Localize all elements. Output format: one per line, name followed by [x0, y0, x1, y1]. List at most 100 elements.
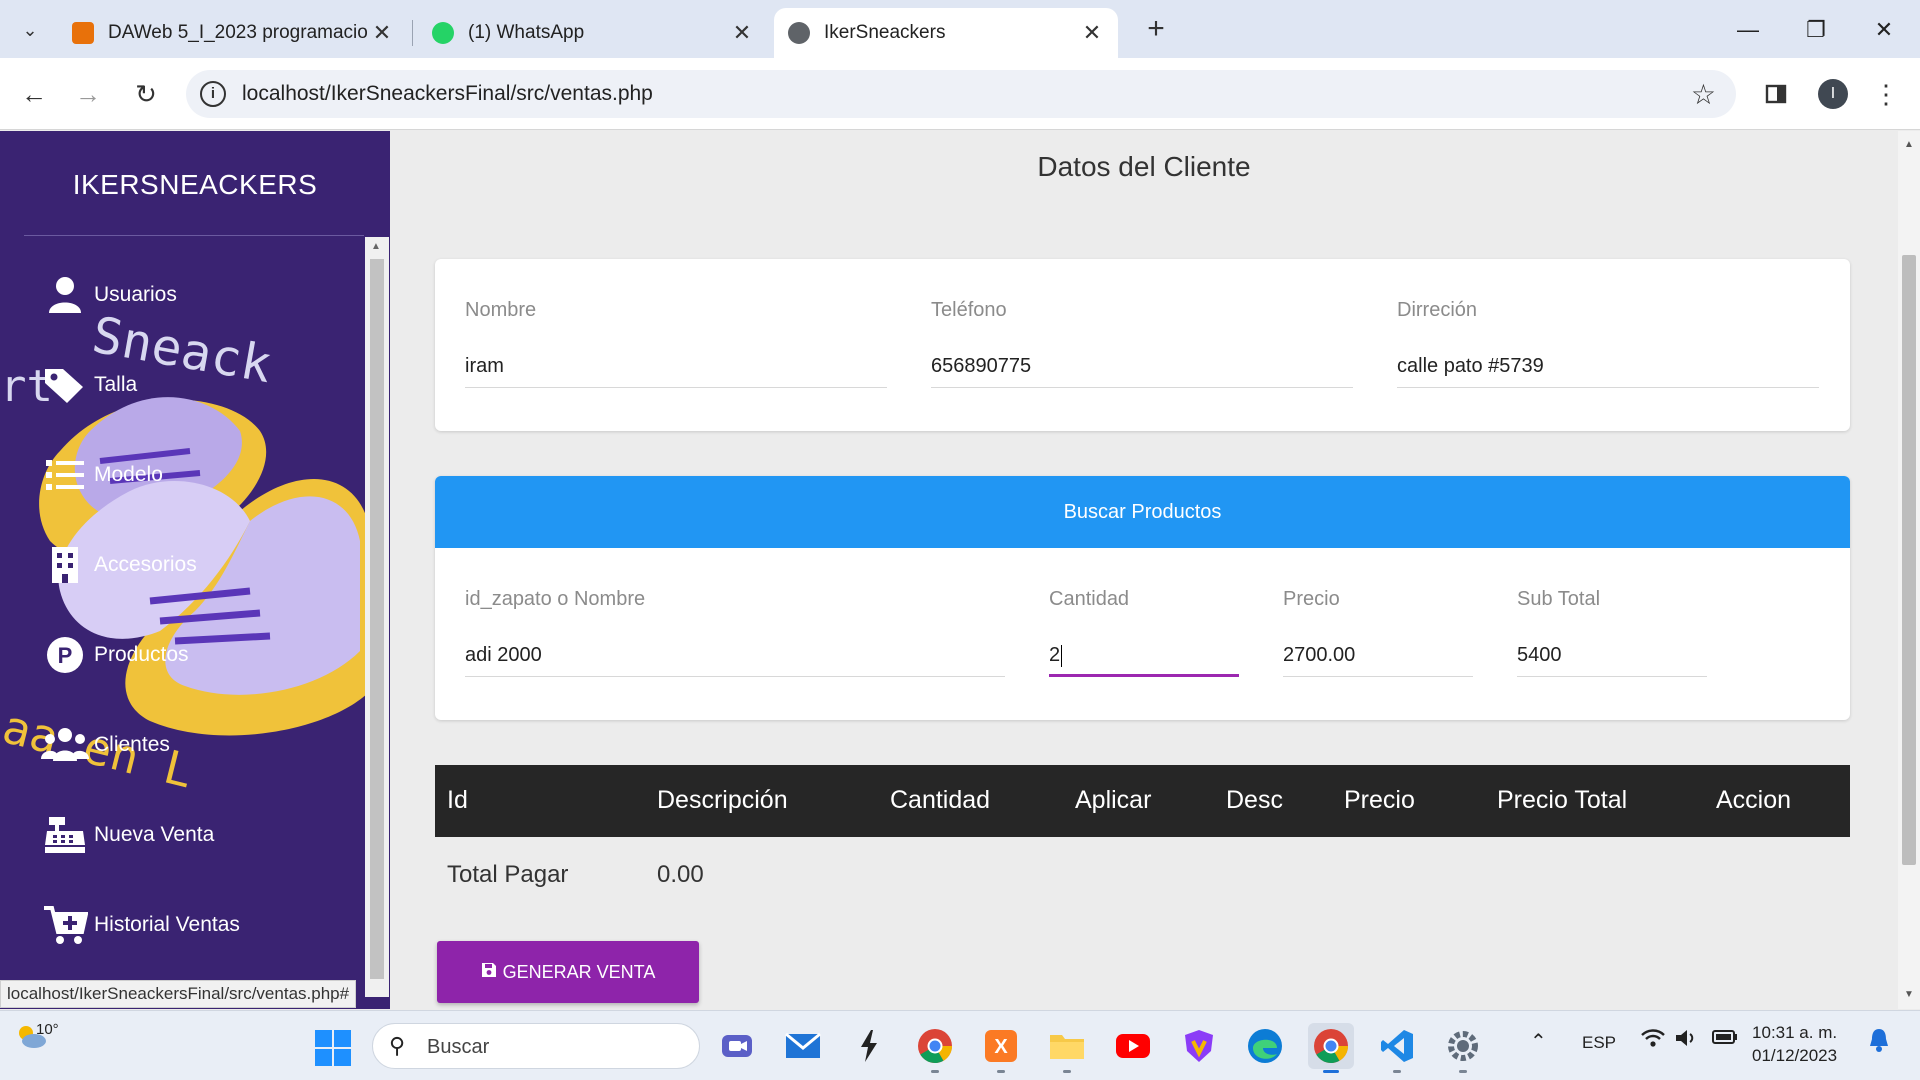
site-info-icon[interactable]: i	[200, 81, 226, 107]
vpn-shield-icon[interactable]	[1176, 1023, 1222, 1069]
address-bar[interactable]: i localhost/IkerSneackersFinal/src/venta…	[186, 70, 1736, 118]
sidebar-item-historial-ventas[interactable]: Historial Ventas	[40, 903, 240, 947]
running-indicator	[997, 1070, 1005, 1073]
sidebar-item-label: Historial Ventas	[94, 913, 240, 936]
sidebar-item-productos[interactable]: P Productos	[40, 633, 189, 677]
brand-title[interactable]: IKERSNEACKERS	[0, 169, 390, 201]
minimize-icon[interactable]: —	[1720, 10, 1776, 50]
file-explorer-icon[interactable]	[1044, 1023, 1090, 1073]
cantidad-field[interactable]: Cantidad 2	[1049, 588, 1239, 688]
edge-icon[interactable]	[1242, 1023, 1288, 1069]
sidebar-item-label: Clientes	[94, 733, 170, 756]
sidebar-item-nueva-venta[interactable]: Nueva Venta	[40, 813, 214, 857]
cantidad-value: 2	[1049, 644, 1061, 666]
language-indicator[interactable]: ESP	[1582, 1033, 1616, 1053]
tab-ikersneackers[interactable]: IkerSneackers ✕	[774, 8, 1118, 58]
vscode-icon[interactable]	[1374, 1023, 1420, 1073]
system-clock[interactable]: 10:31 a. m. 01/12/2023	[1752, 1021, 1837, 1067]
tab-whatsapp[interactable]: (1) WhatsApp ✕	[418, 8, 768, 58]
scrollbar-thumb[interactable]	[1902, 255, 1916, 865]
scrollbar-thumb[interactable]	[370, 259, 384, 979]
scroll-up-arrow-icon[interactable]: ▲	[371, 241, 381, 252]
sidebar-item-accesorios[interactable]: Accesorios	[40, 543, 197, 587]
restore-icon[interactable]: ❐	[1788, 10, 1844, 50]
cantidad-label: Cantidad	[1049, 588, 1130, 610]
sidebar-item-label: Usuarios	[94, 283, 177, 306]
volume-icon[interactable]	[1674, 1027, 1698, 1054]
tab-close-icon[interactable]: ✕	[370, 20, 394, 46]
telefono-input[interactable]: 656890775	[931, 355, 1031, 378]
back-arrow-icon[interactable]: ←	[14, 74, 54, 114]
subtotal-label: Sub Total	[1517, 588, 1601, 610]
search-placeholder: Buscar	[427, 1036, 490, 1058]
subtotal-field[interactable]: Sub Total 5400	[1517, 588, 1707, 688]
teams-meet-icon[interactable]	[714, 1023, 760, 1069]
svg-text:X: X	[994, 1036, 1008, 1058]
subtotal-input[interactable]: 5400	[1517, 644, 1562, 667]
new-tab-plus-icon[interactable]: +	[1137, 10, 1175, 48]
list-icon	[40, 453, 90, 497]
tab-search-chevron-icon[interactable]: ⌄	[10, 10, 50, 50]
page-scrollbar[interactable]: ▲ ▼	[1898, 131, 1920, 1009]
direccion-label: Dirreción	[1397, 299, 1478, 321]
sidebar-item-talla[interactable]: Talla	[40, 363, 137, 407]
precio-field[interactable]: Precio 2700.00	[1283, 588, 1473, 688]
column-header-cantidad: Cantidad	[890, 786, 991, 814]
cantidad-input[interactable]: 2	[1049, 644, 1063, 667]
bookmark-star-icon[interactable]: ☆	[1691, 78, 1716, 111]
tab-separator	[412, 20, 413, 46]
browser-tab-strip: ⌄ DAWeb 5_I_2023 programacio ✕ (1) Whats…	[0, 0, 1920, 58]
wifi-icon[interactable]	[1640, 1027, 1666, 1054]
battery-icon[interactable]	[1712, 1029, 1738, 1050]
notification-bell-icon[interactable]	[1868, 1027, 1890, 1058]
scroll-up-arrow-icon[interactable]: ▲	[1904, 139, 1914, 150]
chrome-icon[interactable]	[912, 1023, 958, 1073]
profile-avatar[interactable]: I	[1818, 79, 1848, 109]
direccion-input[interactable]: calle pato #5739	[1397, 355, 1544, 378]
browser-toolbar: ← → ↻ i localhost/IkerSneackersFinal/src…	[0, 58, 1920, 130]
column-header-desc: Desc	[1226, 786, 1283, 814]
telefono-label: Teléfono	[931, 299, 1007, 321]
reload-icon[interactable]: ↻	[126, 74, 166, 114]
nombre-input[interactable]: iram	[465, 355, 504, 378]
running-indicator	[931, 1070, 939, 1073]
generar-venta-button[interactable]: GENERAR VENTA	[437, 941, 699, 1003]
tab-close-icon[interactable]: ✕	[1080, 20, 1104, 46]
close-window-icon[interactable]: ✕	[1856, 10, 1912, 50]
sidebar-item-modelo[interactable]: Modelo	[40, 453, 163, 497]
input-underline-focused	[1049, 674, 1239, 677]
running-indicator	[1393, 1070, 1401, 1073]
windows-start-icon[interactable]	[314, 1029, 352, 1067]
weather-widget[interactable]: 10°	[14, 1021, 59, 1051]
product-search-label: id_zapato o Nombre	[465, 588, 646, 610]
side-panel-icon[interactable]	[1756, 74, 1796, 114]
sidebar-item-label: Talla	[94, 373, 138, 396]
kebab-menu-icon[interactable]: ⋮	[1866, 74, 1906, 114]
sidebar-scrollbar[interactable]: ▲	[365, 237, 389, 997]
show-hidden-icons-chevron-icon[interactable]: ⌃	[1530, 1029, 1547, 1054]
mail-icon[interactable]	[780, 1023, 826, 1069]
youtube-icon[interactable]	[1110, 1023, 1156, 1069]
chrome-active-icon[interactable]	[1308, 1023, 1354, 1073]
svg-text:P: P	[58, 643, 73, 668]
user-icon	[40, 273, 90, 317]
settings-gear-icon[interactable]	[1440, 1023, 1486, 1073]
product-search-input[interactable]: adi 2000	[465, 644, 542, 667]
telefono-field[interactable]: Teléfono 656890775	[931, 299, 1353, 399]
xampp-icon[interactable]: X	[978, 1023, 1024, 1073]
scroll-down-arrow-icon[interactable]: ▼	[1904, 989, 1914, 1000]
running-indicator	[1063, 1070, 1071, 1073]
tab-daweb[interactable]: DAWeb 5_I_2023 programacio ✕	[58, 8, 408, 58]
forward-arrow-icon[interactable]: →	[68, 74, 108, 114]
app-bolt-icon[interactable]	[846, 1023, 892, 1069]
product-search-field[interactable]: id_zapato o Nombre adi 2000	[465, 588, 1005, 688]
sidebar-item-usuarios[interactable]: Usuarios	[40, 273, 177, 317]
tab-close-icon[interactable]: ✕	[730, 20, 754, 46]
nombre-field[interactable]: Nombre iram	[465, 299, 887, 399]
sidebar-item-clientes[interactable]: Clientes	[40, 723, 170, 767]
column-header-accion: Accion	[1716, 786, 1792, 814]
url-text[interactable]: localhost/IkerSneackersFinal/src/ventas.…	[242, 82, 653, 106]
precio-input[interactable]: 2700.00	[1283, 644, 1355, 667]
taskbar-search[interactable]: ⚲ Buscar	[372, 1023, 700, 1069]
direccion-field[interactable]: Dirreción calle pato #5739	[1397, 299, 1819, 399]
